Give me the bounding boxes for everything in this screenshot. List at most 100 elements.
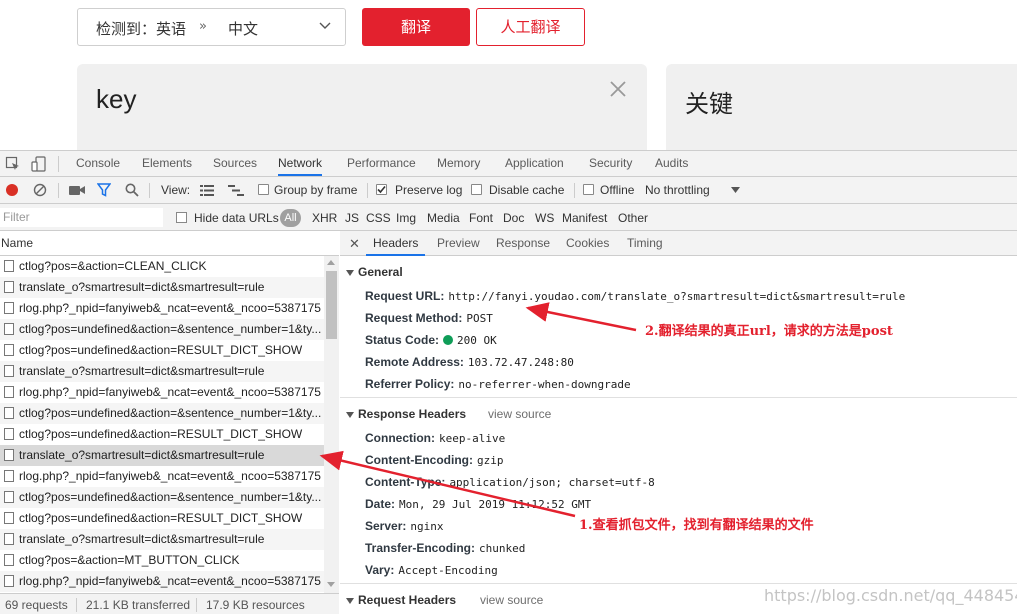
offline-checkbox[interactable] [583,184,594,195]
request-detail-panel: ✕ Headers Preview Response Cookies Timin… [340,231,1017,614]
filter-media[interactable]: Media [427,211,460,225]
tab-memory[interactable]: Memory [437,151,480,176]
waterfall-icon[interactable] [228,185,244,196]
filter-css[interactable]: CSS [366,211,391,225]
request-row[interactable]: rlog.php?_npid=fanyiweb&_ncat=event&_nco… [0,466,324,487]
request-row[interactable]: rlog.php?_npid=fanyiweb&_ncat=event&_nco… [0,571,324,592]
filter-font[interactable]: Font [469,211,493,225]
request-name: ctlog?pos=&action=CLEAN_CLICK [19,259,207,273]
tab-response[interactable]: Response [496,231,550,256]
target-language-label: 中文 [228,20,259,38]
remote-address-value: 103.72.47.248:80 [467,356,574,369]
tab-elements[interactable]: Elements [142,151,192,176]
request-headers-section-header[interactable]: Request Headers [346,593,456,607]
request-row[interactable]: rlog.php?_npid=fanyiweb&_ncat=event&_nco… [0,298,324,319]
file-icon [4,365,14,377]
response-header-row: Content-Encoding: gzip [365,453,503,467]
tab-cookies[interactable]: Cookies [566,231,609,256]
camera-icon[interactable] [69,184,85,196]
view-label: View: [161,183,191,197]
tab-audits[interactable]: Audits [655,151,688,176]
request-list-scrollbar[interactable] [324,256,339,593]
request-row[interactable]: ctlog?pos=undefined&action=RESULT_DICT_S… [0,340,324,361]
request-count: 69 requests [5,598,68,612]
referrer-policy-key: Referrer Policy: [365,377,455,391]
hide-data-urls-checkbox[interactable] [176,212,187,223]
request-row[interactable]: translate_o?smartresult=dict&smartresult… [0,361,324,382]
preserve-log-checkbox[interactable] [376,184,387,195]
request-row[interactable]: ctlog?pos=&action=CLEAN_CLICK [0,256,324,277]
filter-xhr[interactable]: XHR [312,211,337,225]
tab-headers[interactable]: Headers [366,231,426,256]
request-row[interactable]: ctlog?pos=undefined&action=RESULT_DICT_S… [0,508,324,529]
search-icon[interactable] [125,183,139,197]
request-row[interactable]: translate_o?smartresult=dict&smartresult… [0,445,324,466]
header-key: Content-Encoding: [365,453,473,467]
disable-cache-checkbox[interactable] [471,184,482,195]
response-view-source-link[interactable]: view source [488,407,551,421]
request-row[interactable]: ctlog?pos=undefined&action=&sentence_num… [0,403,324,424]
dropdown-arrow-icon[interactable] [731,187,740,194]
record-icon[interactable] [5,183,19,197]
filter-all-button[interactable]: All [280,209,301,227]
request-row[interactable]: translate_o?smartresult=dict&smartresult… [0,277,324,298]
translate-button[interactable]: 翻译 [362,8,470,46]
tab-application[interactable]: Application [505,151,564,176]
file-icon [4,449,14,461]
human-translate-button[interactable]: 人工翻译 [476,8,585,46]
device-toolbar-icon[interactable] [31,156,47,172]
request-method-value: POST [466,312,493,325]
filter-doc[interactable]: Doc [503,211,524,225]
tab-network[interactable]: Network [278,151,323,176]
filter-input[interactable]: Filter [0,208,163,227]
filter-ws[interactable]: WS [535,211,554,225]
request-row[interactable]: ctlog?pos=&action=MT_BUTTON_CLICK [0,550,324,571]
tab-security[interactable]: Security [589,151,632,176]
filter-manifest[interactable]: Manifest [562,211,607,225]
filter-other[interactable]: Other [618,211,648,225]
source-text-area[interactable]: key [77,64,647,150]
request-row[interactable]: ctlog?pos=undefined&action=RESULT_DICT_S… [0,424,324,445]
response-headers-section-header[interactable]: Response Headers [346,407,466,421]
scroll-down-icon[interactable] [327,582,335,587]
name-column-header[interactable]: Name [0,231,339,256]
group-by-frame-checkbox[interactable] [258,184,269,195]
filter-js[interactable]: JS [345,211,359,225]
language-select[interactable]: 检测到：英语 » 中文 [77,8,346,46]
header-value: chunked [479,542,526,555]
header-key: Transfer-Encoding: [365,541,476,555]
scrollbar-thumb[interactable] [326,271,337,339]
file-icon [4,554,14,566]
remote-address-key: Remote Address: [365,355,464,369]
filter-img[interactable]: Img [396,211,416,225]
tab-preview[interactable]: Preview [437,231,480,256]
request-row[interactable]: ctlog?pos=undefined&action=&sentence_num… [0,487,324,508]
request-row[interactable]: translate_o?smartresult=dict&smartresult… [0,529,324,550]
general-section-header[interactable]: General [346,265,403,279]
inspect-element-icon[interactable] [5,156,21,172]
filter-icon[interactable] [97,183,111,197]
response-header-row: Connection: keep-alive [365,431,505,445]
tab-performance[interactable]: Performance [347,151,416,176]
close-icon[interactable] [609,80,627,98]
clear-icon[interactable] [33,183,47,197]
request-name: ctlog?pos=undefined&action=RESULT_DICT_S… [19,511,303,525]
request-row[interactable]: rlog.php?_npid=fanyiweb&_ncat=event&_nco… [0,382,324,403]
request-row[interactable]: ctlog?pos=undefined&action=&sentence_num… [0,319,324,340]
tab-sources[interactable]: Sources [213,151,257,176]
request-method-row: Request Method: POST [365,311,493,325]
file-icon [4,470,14,482]
tab-timing[interactable]: Timing [627,231,663,256]
scroll-up-icon[interactable] [327,260,335,265]
header-key: Server: [365,519,407,533]
large-rows-icon[interactable] [200,185,214,196]
close-detail-icon[interactable]: ✕ [349,236,360,252]
filter-bar: Filter Hide data URLs All XHR JS CSS Img… [0,204,1017,231]
tab-console[interactable]: Console [76,151,120,176]
hide-data-urls-label: Hide data URLs [194,211,279,225]
request-list-panel: Name ctlog?pos=&action=CLEAN_CLICKtransl… [0,231,339,593]
response-header-row: Vary: Accept-Encoding [365,563,498,577]
request-view-source-link[interactable]: view source [480,593,543,607]
disable-cache-label: Disable cache [489,183,565,197]
throttling-select[interactable]: No throttling [645,183,710,197]
